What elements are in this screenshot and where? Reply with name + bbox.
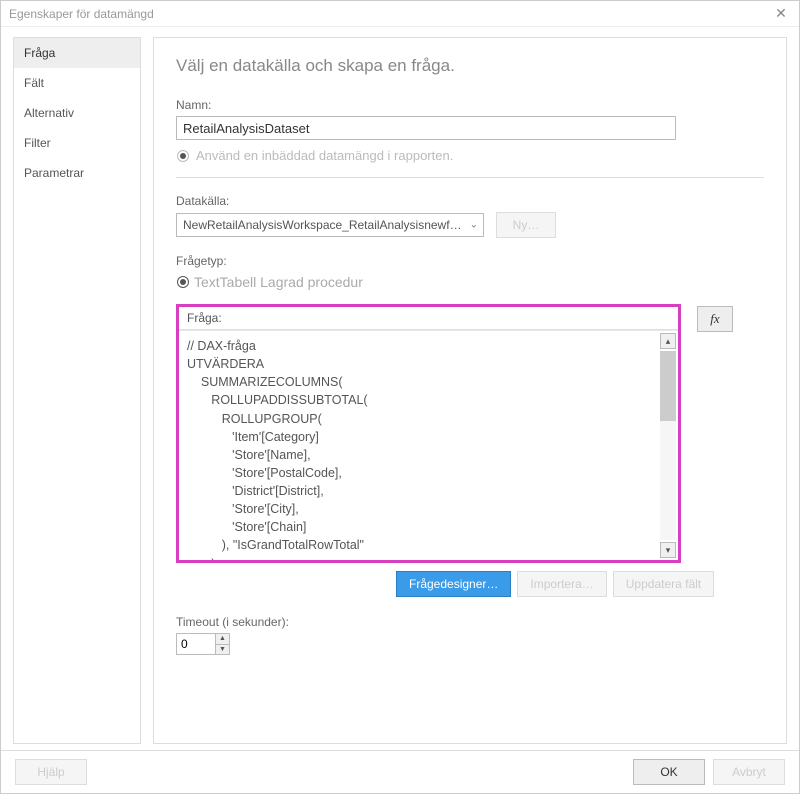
chevron-down-icon: ▼ — [219, 646, 226, 653]
sidebar-item-parameters[interactable]: Parametrar — [14, 158, 140, 188]
dialog-body: Fråga Fält Alternativ Filter Parametrar … — [1, 27, 799, 750]
querytype-options-text: TextTabell Lagrad procedur — [194, 274, 363, 290]
sidebar-item-options[interactable]: Alternativ — [14, 98, 140, 128]
sidebar-item-label: Alternativ — [24, 106, 74, 120]
sidebar-item-label: Filter — [24, 136, 51, 150]
chevron-down-icon: ▾ — [666, 545, 671, 556]
close-button[interactable]: ✕ — [771, 4, 791, 24]
datasource-selected-value: NewRetailAnalysisWorkspace_RetailAnalysi… — [176, 213, 484, 237]
timeout-spinner[interactable]: ▲ ▼ — [176, 633, 230, 655]
query-textarea[interactable]: // DAX-fråga UTVÄRDERA SUMMARIZECOLUMNS(… — [179, 330, 678, 560]
query-highlight-box: Fråga: // DAX-fråga UTVÄRDERA SUMMARIZEC… — [176, 304, 681, 563]
name-label: Namn: — [176, 98, 764, 112]
sidebar-item-filter[interactable]: Filter — [14, 128, 140, 158]
dialog-footer: Hjälp OK Avbryt — [1, 750, 799, 793]
sidebar-item-fields[interactable]: Fält — [14, 68, 140, 98]
import-button[interactable]: Importera… — [517, 571, 606, 597]
timeout-label: Timeout (i sekunder): — [176, 615, 764, 629]
sidebar: Fråga Fält Alternativ Filter Parametrar — [13, 37, 141, 744]
new-datasource-button[interactable]: Ny… — [496, 212, 556, 238]
main-panel: Välj en datakälla och skapa en fråga. Na… — [153, 37, 787, 744]
query-text-content: // DAX-fråga UTVÄRDERA SUMMARIZECOLUMNS(… — [179, 331, 678, 560]
scroll-up-button[interactable]: ▴ — [660, 333, 676, 349]
spinner-up-button[interactable]: ▲ — [215, 634, 229, 645]
ok-button[interactable]: OK — [633, 759, 705, 785]
query-actions-row: Frågedesigner… Importera… Uppdatera fält — [396, 571, 764, 597]
querytype-radio-group: TextTabell Lagrad procedur — [176, 274, 764, 290]
spinner-down-button[interactable]: ▼ — [215, 645, 229, 655]
chevron-up-icon: ▲ — [219, 635, 226, 642]
query-designer-button[interactable]: Frågedesigner… — [396, 571, 511, 597]
refresh-fields-button[interactable]: Uppdatera fält — [613, 571, 714, 597]
datasource-label: Datakälla: — [176, 194, 764, 208]
close-icon: ✕ — [775, 5, 787, 22]
scroll-down-button[interactable]: ▾ — [660, 542, 676, 558]
expression-fx-button[interactable]: fx — [697, 306, 733, 332]
cancel-button[interactable]: Avbryt — [713, 759, 785, 785]
titlebar: Egenskaper för datamängd ✕ — [1, 1, 799, 27]
sidebar-item-query[interactable]: Fråga — [14, 38, 140, 68]
embedded-dataset-label: Använd en inbäddad datamängd i rapporten… — [196, 148, 453, 163]
querytype-label: Frågetyp: — [176, 254, 764, 268]
instruction-text: Välj en datakälla och skapa en fråga. — [176, 56, 764, 76]
sidebar-item-label: Fråga — [24, 46, 55, 60]
sidebar-item-label: Fält — [24, 76, 44, 90]
embedded-dataset-option: Använd en inbäddad datamängd i rapporten… — [176, 148, 764, 178]
fx-icon: fx — [710, 311, 719, 327]
radio-icon[interactable] — [176, 275, 190, 289]
dialog-title: Egenskaper för datamängd — [9, 7, 154, 21]
radio-icon[interactable] — [176, 149, 190, 163]
dataset-properties-dialog: Egenskaper för datamängd ✕ Fråga Fält Al… — [0, 0, 800, 794]
sidebar-item-label: Parametrar — [24, 166, 84, 180]
scrollbar-thumb[interactable] — [660, 351, 676, 421]
datasource-select[interactable]: NewRetailAnalysisWorkspace_RetailAnalysi… — [176, 213, 484, 237]
chevron-up-icon: ▴ — [666, 336, 671, 347]
query-label: Fråga: — [179, 307, 678, 330]
name-input[interactable] — [176, 116, 676, 140]
help-button[interactable]: Hjälp — [15, 759, 87, 785]
